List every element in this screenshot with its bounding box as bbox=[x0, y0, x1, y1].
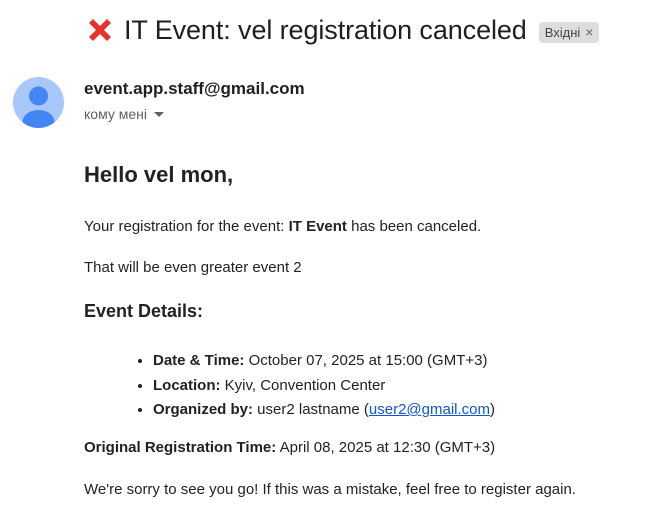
date-label: Date & Time: bbox=[153, 352, 245, 369]
cancellation-message: Your registration for the event: IT Even… bbox=[84, 218, 481, 235]
remove-label-icon[interactable]: × bbox=[585, 24, 593, 40]
organizer-close-paren: ) bbox=[490, 401, 496, 418]
greeting-heading: Hello vel mon, bbox=[84, 162, 234, 187]
email-subject-row: IT Event: vel registration canceled Вхід… bbox=[84, 14, 600, 46]
event-name: IT Event bbox=[288, 218, 347, 235]
email-subject: IT Event: vel registration canceled bbox=[124, 14, 527, 45]
location-label: Location: bbox=[153, 376, 221, 394]
email-body: Hello vel mon, Your registration for the… bbox=[84, 162, 654, 498]
sender-email[interactable]: event.app.staff@gmail.com bbox=[84, 79, 305, 99]
list-item: Organized by: user2 lastname (user2@gmai… bbox=[153, 398, 495, 423]
recipient-details[interactable]: кому мені bbox=[84, 106, 164, 122]
inbox-label-text: Вхідні bbox=[544, 24, 581, 40]
location-value: Kyiv, Convention Center bbox=[220, 376, 386, 394]
person-avatar-icon bbox=[22, 86, 55, 128]
closing-message: We're sorry to see you go! If this was a… bbox=[84, 481, 576, 498]
list-item: Location: Kyiv, Convention Center bbox=[153, 374, 495, 399]
event-details-list: Date & Time: October 07, 2025 at 15:00 (… bbox=[134, 349, 495, 423]
organizer-label: Organized by: bbox=[153, 401, 254, 418]
original-time-value: April 08, 2025 at 12:30 (GMT+3) bbox=[276, 439, 496, 456]
red-cross-mark-icon bbox=[84, 14, 116, 46]
date-value: October 07, 2025 at 15:00 (GMT+3) bbox=[244, 352, 488, 369]
registration-prefix: Your registration for the event: bbox=[84, 218, 289, 235]
organizer-name: user2 lastname ( bbox=[253, 401, 369, 418]
event-description: That will be even greater event 2 bbox=[84, 259, 302, 276]
chevron-down-icon[interactable] bbox=[154, 111, 164, 117]
recipient-text: кому мені bbox=[84, 106, 147, 122]
list-item: Date & Time: October 07, 2025 at 15:00 (… bbox=[153, 349, 495, 374]
organizer-email-link[interactable]: user2@gmail.com bbox=[369, 401, 490, 418]
original-registration-time: Original Registration Time: April 08, 20… bbox=[84, 439, 495, 456]
event-details-heading: Event Details: bbox=[84, 301, 204, 321]
registration-suffix: has been canceled. bbox=[346, 218, 482, 235]
inbox-label-chip[interactable]: Вхідні × bbox=[538, 21, 600, 43]
original-time-label: Original Registration Time: bbox=[84, 439, 277, 456]
sender-avatar[interactable] bbox=[13, 77, 64, 128]
